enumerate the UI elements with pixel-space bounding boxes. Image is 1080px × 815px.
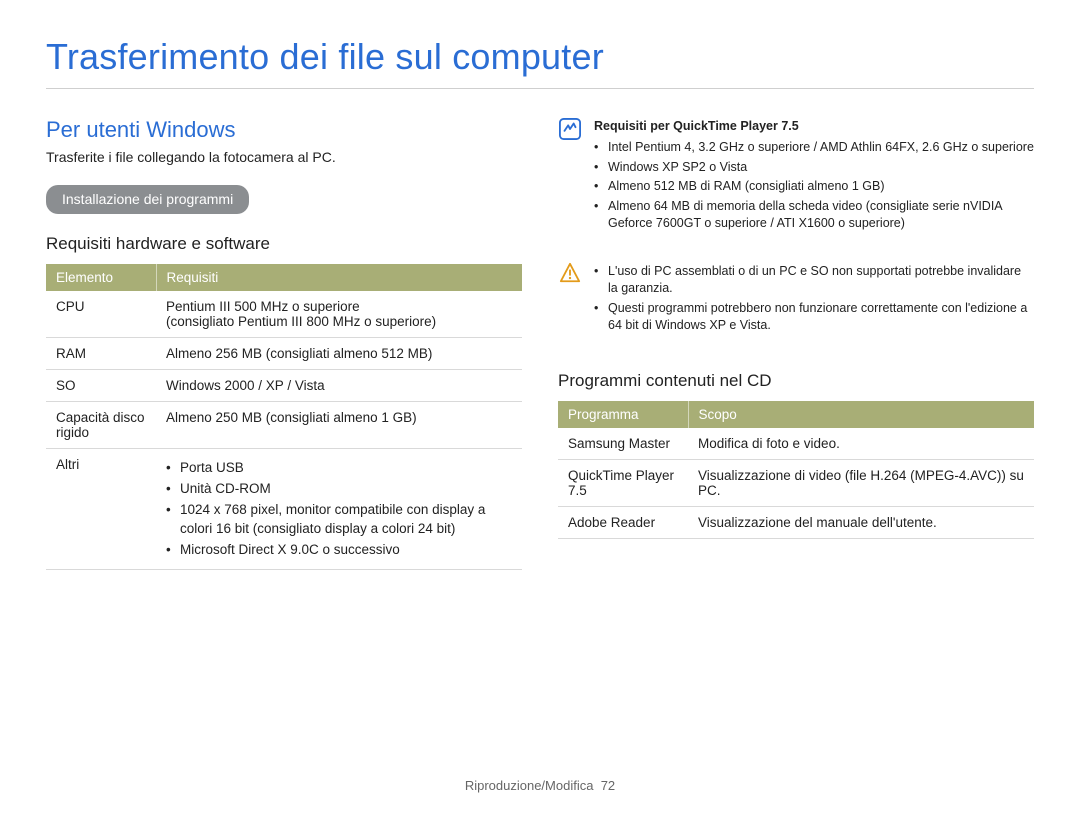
table-row: Capacità disco rigido Almeno 250 MB (con… bbox=[46, 402, 522, 449]
page-title: Trasferimento dei file sul computer bbox=[46, 36, 1034, 78]
cell-value: Visualizzazione del manuale dell'utente. bbox=[688, 506, 1034, 538]
note-title: Requisiti per QuickTime Player 7.5 bbox=[594, 117, 1034, 135]
list-item: Porta USB bbox=[166, 459, 512, 478]
table-row: Adobe Reader Visualizzazione del manuale… bbox=[558, 506, 1034, 538]
list-item: Questi programmi potrebbero non funziona… bbox=[594, 300, 1034, 335]
left-column: Per utenti Windows Trasferite i file col… bbox=[46, 117, 522, 570]
list-item: Almeno 512 MB di RAM (consigliati almeno… bbox=[594, 178, 1034, 196]
cell-label: Samsung Master bbox=[558, 428, 688, 460]
note-list: Intel Pentium 4, 3.2 GHz o superiore / A… bbox=[594, 139, 1034, 233]
others-list: Porta USB Unità CD-ROM 1024 x 768 pixel,… bbox=[166, 459, 512, 559]
note-warning: L'uso di PC assemblati o di un PC e SO n… bbox=[558, 261, 1034, 337]
cell-value: Pentium III 500 MHz o superiore (consigl… bbox=[156, 291, 522, 338]
cell-label: Altri bbox=[46, 449, 156, 570]
list-item: L'uso di PC assemblati o di un PC e SO n… bbox=[594, 263, 1034, 298]
note-list: L'uso di PC assemblati o di un PC e SO n… bbox=[594, 263, 1034, 335]
horizontal-rule bbox=[46, 88, 1034, 89]
footer-page-number: 72 bbox=[601, 778, 615, 793]
note-body: L'uso di PC assemblati o di un PC e SO n… bbox=[594, 261, 1034, 337]
table-row: SO Windows 2000 / XP / Vista bbox=[46, 370, 522, 402]
cell-label: SO bbox=[46, 370, 156, 402]
table-row: CPU Pentium III 500 MHz o superiore (con… bbox=[46, 291, 522, 338]
cell-value: Almeno 250 MB (consigliati almeno 1 GB) bbox=[156, 402, 522, 449]
note-body: Requisiti per QuickTime Player 7.5 Intel… bbox=[594, 117, 1034, 235]
table-head-elemento: Elemento bbox=[46, 264, 156, 291]
cell-value: Porta USB Unità CD-ROM 1024 x 768 pixel,… bbox=[156, 449, 522, 570]
table-row: QuickTime Player 7.5 Visualizzazione di … bbox=[558, 459, 1034, 506]
table-row: RAM Almeno 256 MB (consigliati almeno 51… bbox=[46, 338, 522, 370]
cell-label: RAM bbox=[46, 338, 156, 370]
subheading-requirements: Requisiti hardware e software bbox=[46, 234, 522, 254]
page-footer: Riproduzione/Modifica 72 bbox=[0, 778, 1080, 793]
cell-value: Visualizzazione di video (file H.264 (MP… bbox=[688, 459, 1034, 506]
list-item: Intel Pentium 4, 3.2 GHz o superiore / A… bbox=[594, 139, 1034, 157]
subheading-cd-programs: Programmi contenuti nel CD bbox=[558, 371, 1034, 391]
cd-programs-table: Programma Scopo Samsung Master Modifica … bbox=[558, 401, 1034, 539]
section-heading-windows: Per utenti Windows bbox=[46, 117, 522, 143]
page: Trasferimento dei file sul computer Per … bbox=[0, 0, 1080, 570]
note-icon bbox=[558, 117, 582, 141]
list-item: Almeno 64 MB di memoria della scheda vid… bbox=[594, 198, 1034, 233]
note-quicktime: Requisiti per QuickTime Player 7.5 Intel… bbox=[558, 117, 1034, 235]
table-row: Samsung Master Modifica di foto e video. bbox=[558, 428, 1034, 460]
list-item: Microsoft Direct X 9.0C o successivo bbox=[166, 541, 512, 560]
requirements-table: Elemento Requisiti CPU Pentium III 500 M… bbox=[46, 264, 522, 570]
lead-text: Trasferite i file collegando la fotocame… bbox=[46, 149, 522, 165]
pill-install-programs: Installazione dei programmi bbox=[46, 185, 249, 214]
table-row: Altri Porta USB Unità CD-ROM 1024 x 768 … bbox=[46, 449, 522, 570]
cell-value: Almeno 256 MB (consigliati almeno 512 MB… bbox=[156, 338, 522, 370]
cell-label: CPU bbox=[46, 291, 156, 338]
content-columns: Per utenti Windows Trasferite i file col… bbox=[46, 117, 1034, 570]
footer-section: Riproduzione/Modifica bbox=[465, 778, 594, 793]
cell-value: Windows 2000 / XP / Vista bbox=[156, 370, 522, 402]
table-head-requisiti: Requisiti bbox=[156, 264, 522, 291]
list-item: Unità CD-ROM bbox=[166, 480, 512, 499]
table-head-programma: Programma bbox=[558, 401, 688, 428]
cell-label: Adobe Reader bbox=[558, 506, 688, 538]
warning-icon bbox=[558, 261, 582, 285]
info-square-icon bbox=[559, 118, 581, 140]
table-head-scopo: Scopo bbox=[688, 401, 1034, 428]
cell-value: Modifica di foto e video. bbox=[688, 428, 1034, 460]
list-item: Windows XP SP2 o Vista bbox=[594, 159, 1034, 177]
right-column: Requisiti per QuickTime Player 7.5 Intel… bbox=[558, 117, 1034, 570]
cell-label: Capacità disco rigido bbox=[46, 402, 156, 449]
list-item: 1024 x 768 pixel, monitor compatibile co… bbox=[166, 501, 512, 539]
cell-label: QuickTime Player 7.5 bbox=[558, 459, 688, 506]
alert-triangle-icon bbox=[559, 262, 581, 284]
